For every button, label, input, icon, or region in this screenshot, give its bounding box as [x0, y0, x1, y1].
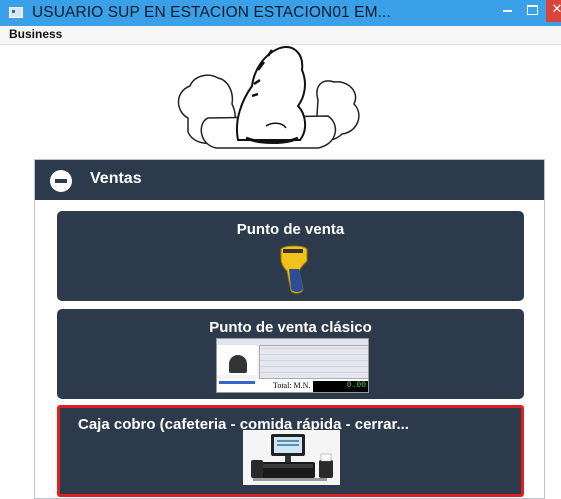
panel-title: Ventas [90, 170, 142, 187]
pos-screenshot-thumbnail: Total: M.N. 0.00 [216, 338, 369, 393]
window-titlebar[interactable]: USUARIO SUP EN ESTACION ESTACION01 EM...… [0, 0, 561, 26]
thumb-total-value: 0.00 [346, 381, 366, 390]
tile-caja-cobro[interactable]: Caja cobro (cafeteria - comida rápida - … [57, 405, 524, 497]
window-title: USUARIO SUP EN ESTACION ESTACION01 EM... [32, 4, 391, 21]
ventas-panel: Ventas Punto de venta Punto de venta clá… [34, 159, 545, 499]
maximize-icon [526, 5, 538, 15]
menu-item-business[interactable]: Business [9, 27, 62, 41]
close-icon: ✕ [551, 1, 561, 16]
panel-header[interactable]: Ventas [35, 160, 544, 200]
barcode-scanner-icon [280, 245, 308, 294]
tile-label: Punto de venta [236, 221, 345, 238]
minimize-icon [502, 10, 512, 12]
tile-punto-de-venta-clasico[interactable]: Punto de venta clásico Total: M.N. 0.00 [57, 309, 524, 399]
thumb-total-label: Total: M.N. [273, 381, 311, 390]
minimize-button[interactable] [494, 0, 520, 22]
app-icon [9, 7, 23, 18]
close-button[interactable]: ✕ [546, 0, 561, 22]
chess-knight-logo [177, 46, 360, 149]
tile-label: Punto de venta clásico [209, 319, 372, 336]
maximize-button[interactable] [522, 0, 542, 22]
cash-register-icon [243, 430, 340, 485]
tile-punto-de-venta[interactable]: Punto de venta [57, 211, 524, 301]
minus-circle-icon[interactable] [50, 170, 72, 192]
